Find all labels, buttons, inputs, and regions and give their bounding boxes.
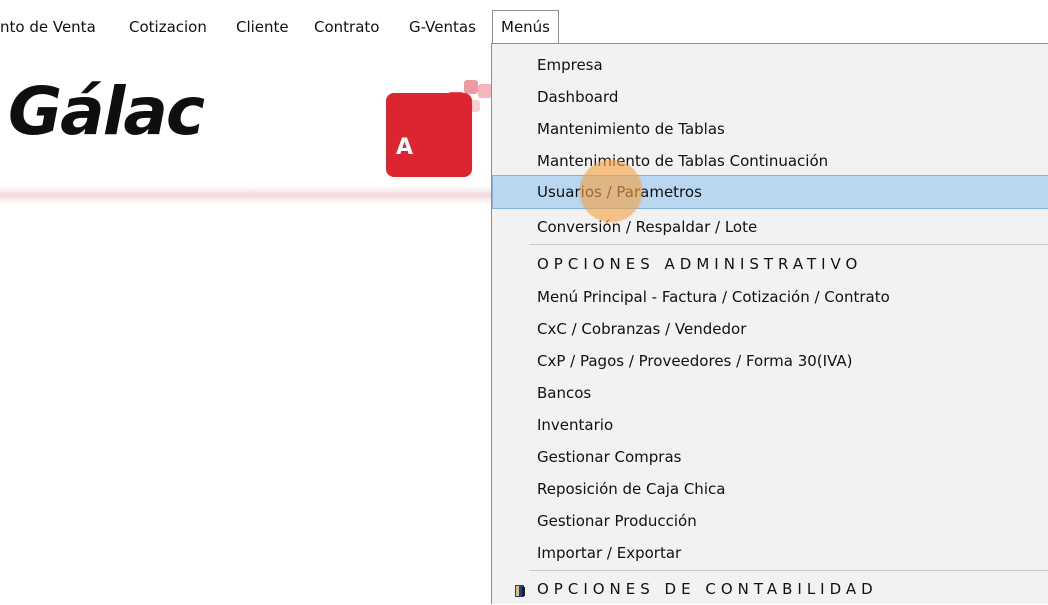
menu-item-importar-exportar[interactable]: Importar / Exportar [492,537,1048,569]
menu-menus[interactable]: Menús [492,10,559,44]
menu-separator [529,570,1048,571]
galac-logo: Gálac [8,73,205,150]
menu-item-label: Importar / Exportar [537,544,682,562]
app-icon-tile: A [386,93,472,177]
menu-g-ventas[interactable]: G-Ventas [409,10,476,44]
menu-item-reposicion-caja-chica[interactable]: Reposición de Caja Chica [492,473,1048,505]
menu-contrato[interactable]: Contrato [314,10,379,44]
menu-item-label: Mantenimiento de Tablas Continuación [537,152,829,170]
menu-item-mantenimiento-tablas[interactable]: Mantenimiento de Tablas [492,113,1048,145]
menu-bar: nto de Venta Cotizacion Cliente Contrato… [0,10,1048,44]
menu-punto-de-venta[interactable]: nto de Venta [0,10,96,44]
menu-item-label: CxP / Pagos / Proveedores / Forma 30(IVA… [537,352,853,370]
menu-item-label: Menú Principal - Factura / Cotización / … [537,288,890,306]
menu-item-cxp[interactable]: CxP / Pagos / Proveedores / Forma 30(IVA… [492,345,1048,377]
menu-item-mantenimiento-tablas-continuacion[interactable]: Mantenimiento de Tablas Continuación [492,145,1048,177]
menu-cotizacion[interactable]: Cotizacion [129,10,207,44]
decorative-band [0,186,496,204]
menu-item-dashboard[interactable]: Dashboard [492,81,1048,113]
app-icon-square-light [464,80,478,94]
menu-item-conversion-respaldar-lote[interactable]: Conversión / Respaldar / Lote [492,211,1048,243]
menu-item-label: Gestionar Producción [537,512,697,530]
menu-item-cxc[interactable]: CxC / Cobranzas / Vendedor [492,313,1048,345]
menu-item-usuarios-parametros[interactable]: Usuarios / Parametros [492,175,1048,209]
app-icon-square-mid [478,84,492,98]
menu-header-opciones-contabilidad: OPCIONES DE CONTABILIDAD [492,573,1048,605]
menu-item-label: CxC / Cobranzas / Vendedor [537,320,747,338]
menu-header-opciones-administrativo: OPCIONES ADMINISTRATIVO [492,248,1048,280]
menu-item-label: Bancos [537,384,592,402]
menu-item-label: Inventario [537,416,614,434]
menu-header-label: OPCIONES DE CONTABILIDAD [537,580,878,598]
menu-cliente[interactable]: Cliente [236,10,289,44]
menu-item-label: Mantenimiento de Tablas [537,120,725,138]
menu-item-label: Dashboard [537,88,619,106]
menu-item-label: Reposición de Caja Chica [537,480,726,498]
menu-item-gestionar-produccion[interactable]: Gestionar Producción [492,505,1048,537]
ledger-icon [515,585,525,597]
cursor-highlight [580,160,642,222]
menu-item-inventario[interactable]: Inventario [492,409,1048,441]
menu-item-menu-principal[interactable]: Menú Principal - Factura / Cotización / … [492,281,1048,313]
app-icon-letter: A [396,135,414,160]
menu-item-label: Conversión / Respaldar / Lote [537,218,758,236]
menu-item-label: Gestionar Compras [537,448,682,466]
menu-item-label: Empresa [537,56,603,74]
menu-item-empresa[interactable]: Empresa [492,49,1048,81]
menu-header-label: OPCIONES ADMINISTRATIVO [537,255,863,273]
menu-separator [529,244,1048,245]
menu-item-bancos[interactable]: Bancos [492,377,1048,409]
menus-dropdown: Empresa Dashboard Mantenimiento de Tabla… [491,43,1048,604]
menu-item-gestionar-compras[interactable]: Gestionar Compras [492,441,1048,473]
